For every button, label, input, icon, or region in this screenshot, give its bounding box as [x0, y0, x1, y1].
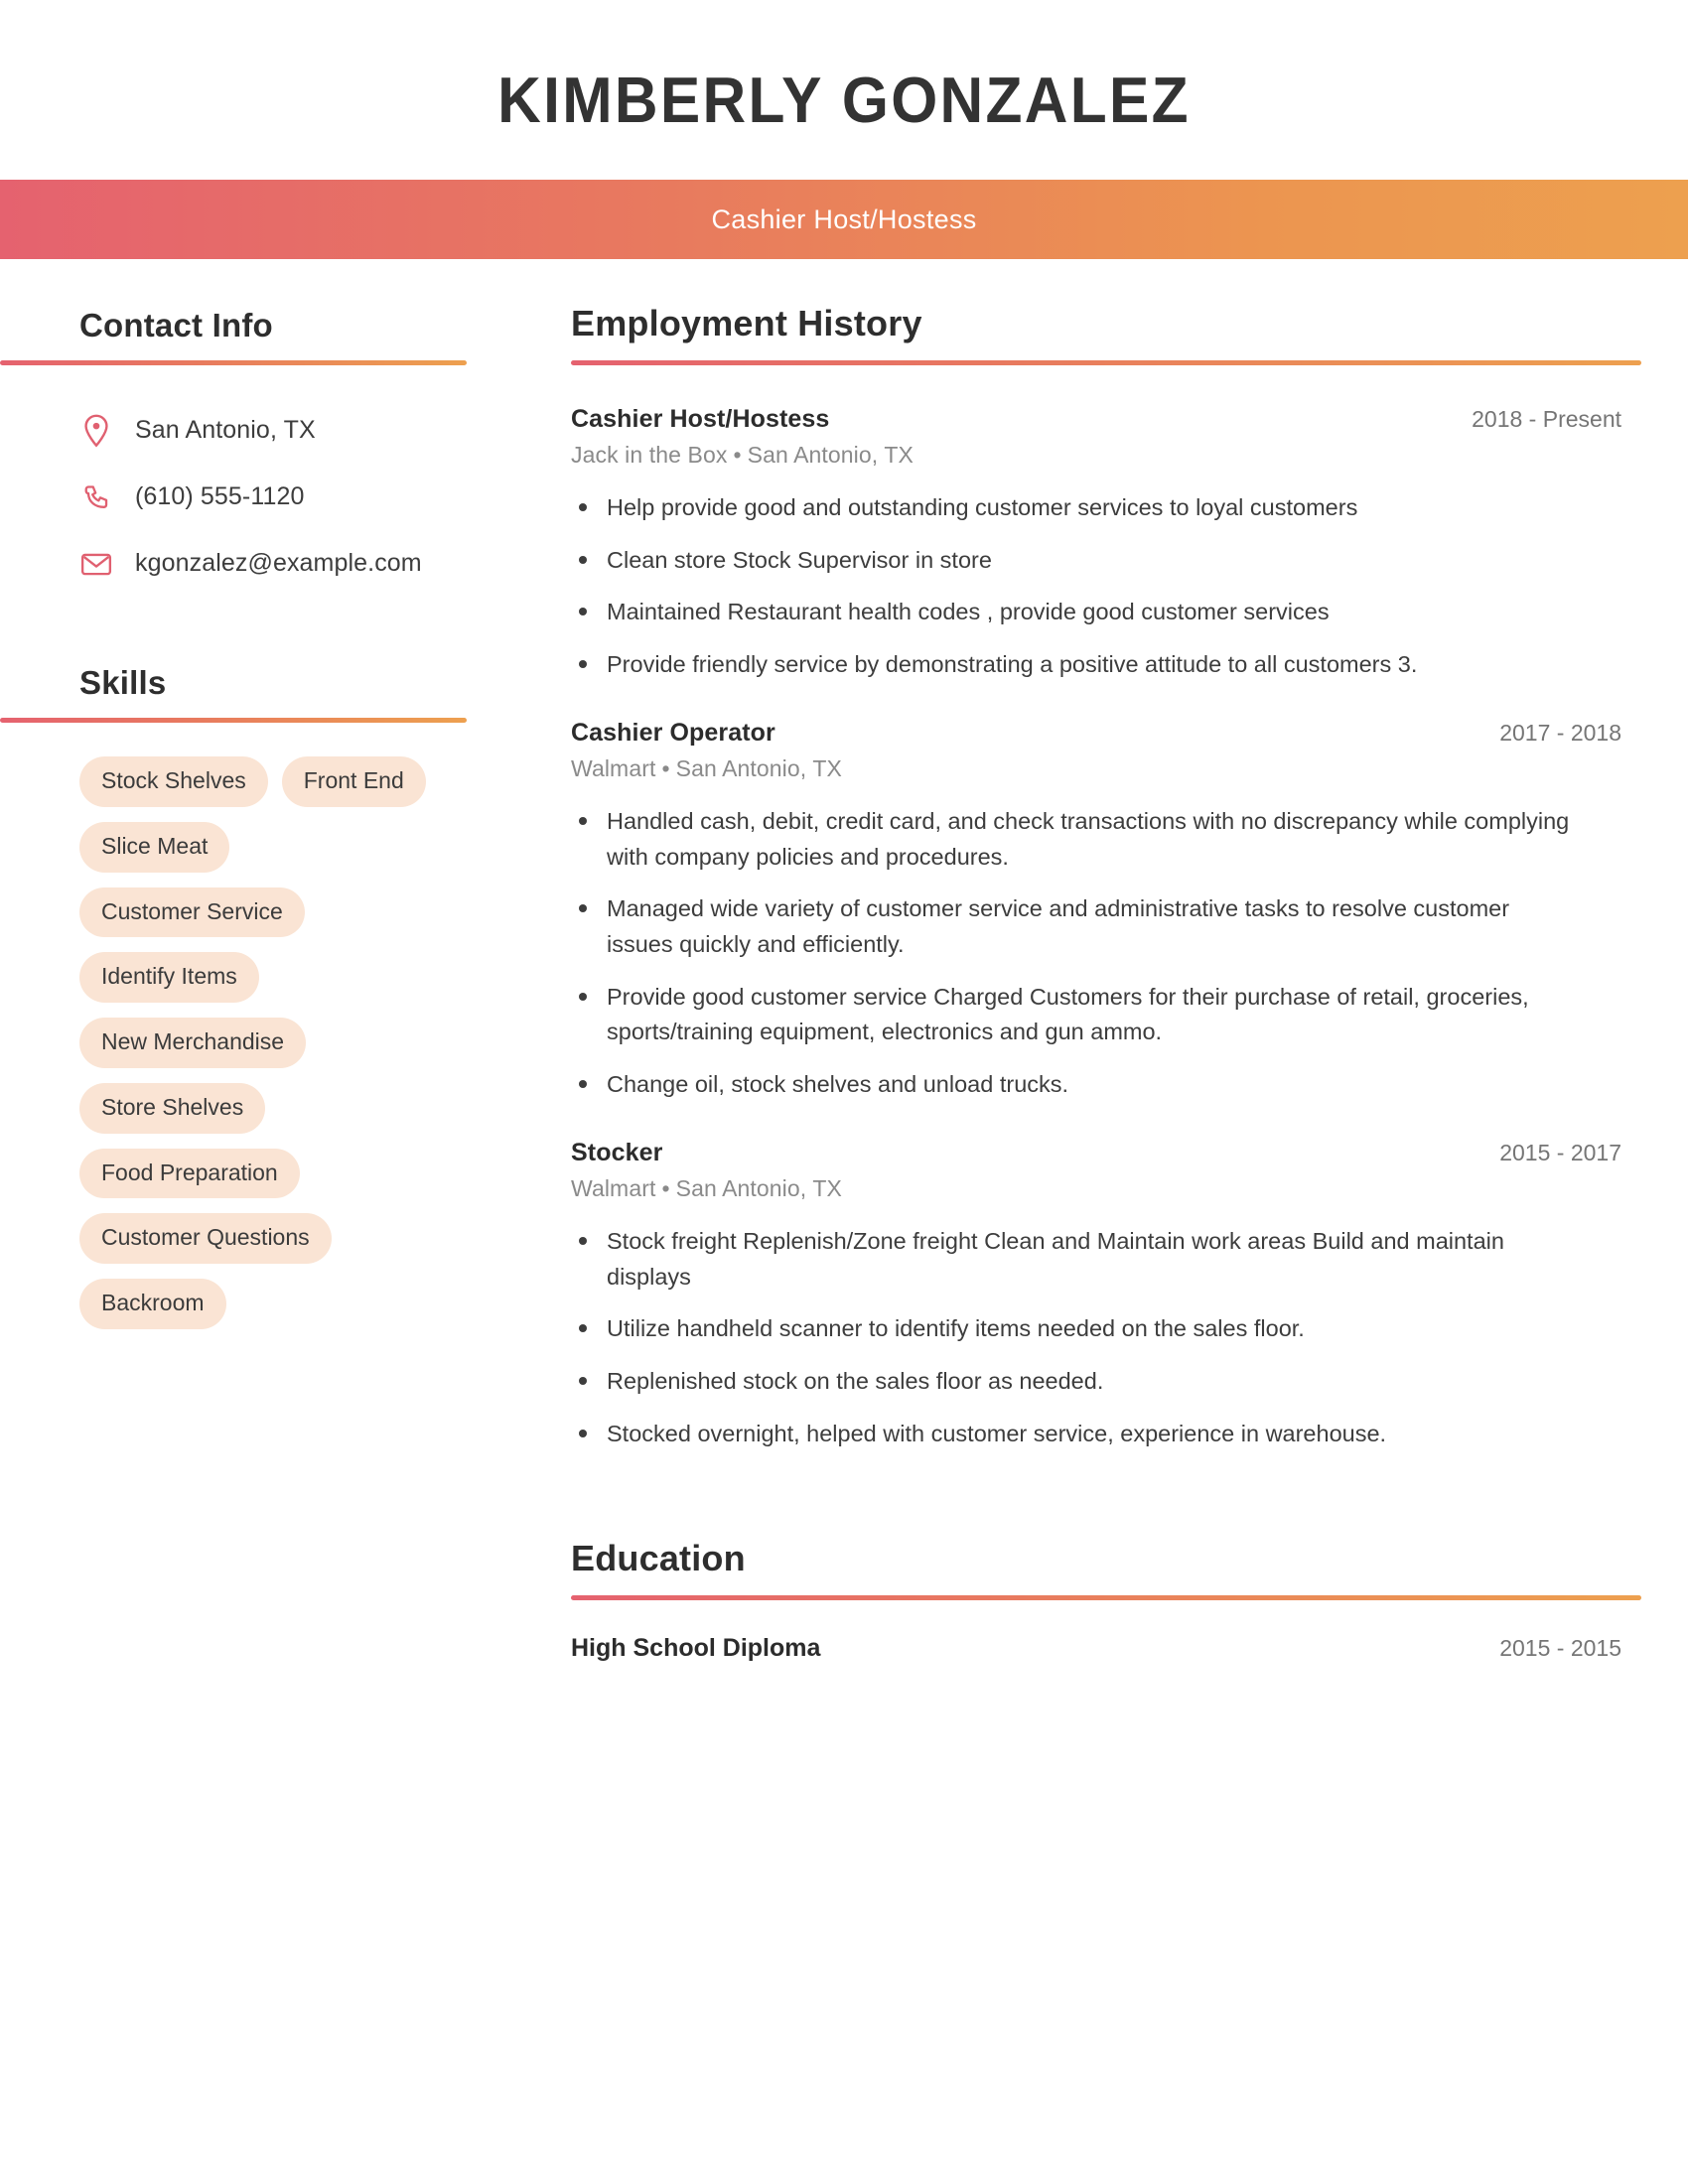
skill-pill: Front End	[281, 756, 426, 807]
employment-company: Walmart	[571, 754, 656, 781]
education-divider	[571, 1594, 1641, 1600]
employment-company: Walmart	[571, 1174, 656, 1201]
employment-bullet-list: Stock freight Replenish/Zone freight Cle…	[571, 1224, 1621, 1452]
resume-header: KIMBERLY GONZALEZ	[0, 0, 1688, 180]
employment-company-location: Walmart • San Antonio, TX	[571, 755, 1621, 782]
employment-bullet: Provide friendly service by demonstratin…	[571, 647, 1574, 683]
employment-separator: •	[661, 1174, 670, 1201]
employment-bullet: Maintained Restaurant health codes , pro…	[571, 595, 1574, 630]
education-date-range: 2015 - 2015	[1499, 1634, 1621, 1661]
skill-pill: New Merchandise	[79, 1018, 307, 1068]
contact-info-heading: Contact Info	[79, 307, 273, 343]
contact-info-section: Contact Info San Antonio, TX (610) 555-1…	[0, 307, 526, 597]
contact-info-divider	[0, 360, 467, 365]
skill-pill: Customer Questions	[79, 1213, 332, 1264]
skills-heading: Skills	[79, 664, 167, 701]
education-degree: High School Diploma	[571, 1633, 821, 1662]
employment-date-range: 2017 - 2018	[1499, 719, 1621, 746]
employment-role-title: Cashier Host/Hostess	[571, 405, 830, 433]
employment-entry: Cashier Operator 2017 - 2018 Walmart • San A…	[541, 719, 1641, 1103]
employment-history-heading: Employment History	[571, 303, 922, 343]
employment-role-title: Cashier Operator	[571, 718, 775, 747]
employment-bullet: Stocked overnight, helped with customer …	[571, 1417, 1574, 1452]
sidebar: Contact Info San Antonio, TX (610) 555-1…	[0, 259, 526, 1329]
employment-bullet: Provide good customer service Charged Cu…	[571, 980, 1574, 1050]
contact-phone-value: (610) 555-1120	[135, 482, 305, 510]
employment-bullet: Change oil, stock shelves and unload tru…	[571, 1067, 1574, 1103]
employment-date-range: 2015 - 2017	[1499, 1139, 1621, 1165]
employment-bullet: Clean store Stock Supervisor in store	[571, 543, 1574, 579]
employment-separator: •	[661, 754, 670, 781]
skill-pill: Store Shelves	[79, 1082, 266, 1134]
skill-pill: Food Preparation	[79, 1148, 300, 1199]
employment-date-range: 2018 - Present	[1472, 406, 1621, 432]
education-entry: High School Diploma 2015 - 2015	[541, 1634, 1641, 1663]
employment-bullet: Help provide good and outstanding custom…	[571, 490, 1574, 526]
main-column: Employment History Cashier Host/Hostess 2…	[526, 259, 1688, 1663]
employment-history-section: Employment History Cashier Host/Hostess 2…	[541, 303, 1641, 1452]
employment-entry: Stocker 2015 - 2017 Walmart • San Antonio, T…	[541, 1139, 1641, 1452]
skills-list: Stock Shelves Front End Slice Meat Customer…	[0, 756, 467, 1329]
contact-location-value: San Antonio, TX	[135, 416, 316, 444]
skill-pill: Backroom	[79, 1279, 226, 1329]
contact-item-email[interactable]: kgonzalez@example.com	[79, 530, 526, 597]
employment-separator: •	[733, 442, 742, 468]
employment-location: San Antonio, TX	[747, 442, 914, 468]
employment-company: Jack in the Box	[571, 442, 728, 468]
resume-body: Contact Info San Antonio, TX (610) 555-1…	[0, 259, 1688, 1663]
contact-item-phone[interactable]: (610) 555-1120	[79, 464, 526, 530]
employment-entry-header: Stocker 2015 - 2017	[571, 1139, 1621, 1167]
employment-bullet-list: Handled cash, debit, credit card, and ch…	[571, 804, 1621, 1103]
employment-company-location: Jack in the Box • San Antonio, TX	[571, 442, 1621, 469]
employment-history-divider	[571, 360, 1641, 365]
candidate-name: KIMBERLY GONZALEZ	[497, 64, 1191, 136]
skill-pill: Slice Meat	[79, 821, 230, 873]
employment-bullet-list: Help provide good and outstanding custom…	[571, 490, 1621, 683]
employment-location: San Antonio, TX	[675, 1174, 842, 1201]
education-heading: Education	[571, 1537, 746, 1578]
employment-bullet: Utilize handheld scanner to identify ite…	[571, 1311, 1574, 1347]
employment-entry-header: Cashier Operator 2017 - 2018	[571, 719, 1621, 748]
skill-pill: Stock Shelves	[79, 756, 268, 807]
employment-role-title: Stocker	[571, 1138, 663, 1166]
employment-location: San Antonio, TX	[675, 754, 842, 781]
skills-section: Skills Stock Shelves Front End Slice Meat C…	[0, 664, 526, 1329]
phone-icon	[79, 482, 113, 512]
job-title-band: Cashier Host/Hostess	[0, 180, 1688, 259]
employment-entry-header: Cashier Host/Hostess 2018 - Present	[571, 405, 1621, 434]
resume-page: KIMBERLY GONZALEZ Cashier Host/Hostess C…	[0, 0, 1688, 2184]
education-entry-list: High School Diploma 2015 - 2015	[541, 1634, 1641, 1663]
location-pin-icon	[79, 414, 113, 448]
employment-bullet: Handled cash, debit, credit card, and ch…	[571, 804, 1574, 875]
education-section: Education High School Diploma 2015 - 2015	[541, 1538, 1641, 1663]
contact-info-list: San Antonio, TX (610) 555-1120 kgonzalez…	[0, 397, 526, 597]
employment-company-location: Walmart • San Antonio, TX	[571, 1175, 1621, 1202]
employment-bullet: Managed wide variety of customer service…	[571, 891, 1574, 962]
candidate-job-title: Cashier Host/Hostess	[711, 204, 977, 234]
skills-divider	[0, 718, 467, 723]
employment-bullet: Stock freight Replenish/Zone freight Cle…	[571, 1224, 1574, 1295]
employment-job-list: Cashier Host/Hostess 2018 - Present Jack i…	[541, 405, 1641, 1452]
employment-bullet: Replenished stock on the sales floor as …	[571, 1364, 1574, 1400]
employment-entry: Cashier Host/Hostess 2018 - Present Jack i…	[541, 405, 1641, 683]
contact-item-location[interactable]: San Antonio, TX	[79, 397, 526, 464]
skill-pill: Customer Service	[79, 887, 305, 938]
envelope-icon	[79, 551, 113, 577]
skill-pill: Identify Items	[79, 952, 259, 1003]
contact-email-value: kgonzalez@example.com	[135, 549, 422, 577]
